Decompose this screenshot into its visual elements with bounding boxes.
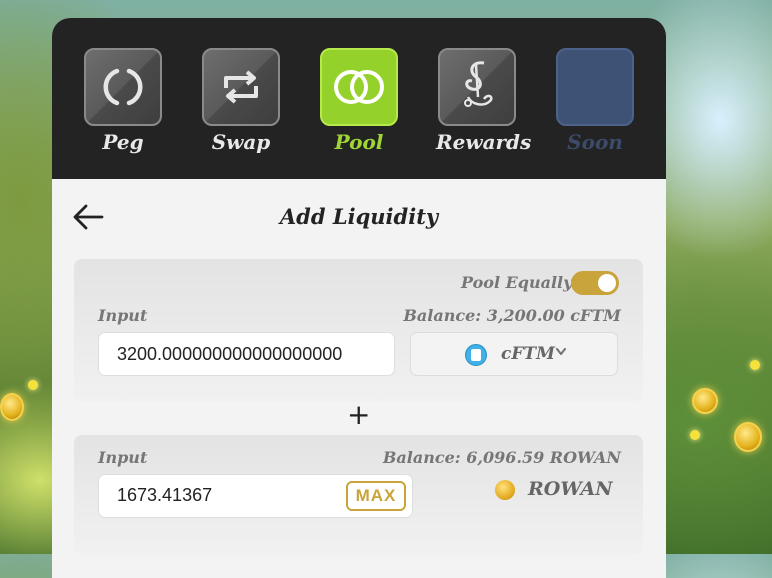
token-b-amount-value: 1673.41367 <box>117 485 213 505</box>
pool-tile[interactable] <box>320 48 398 126</box>
max-button[interactable]: MAX <box>346 481 406 511</box>
token-b-panel: Input Balance: 6,096.59 ROWAN 1673.41367… <box>74 435 643 555</box>
cftm-token-icon <box>465 344 487 366</box>
nav-item-peg[interactable]: Peg <box>82 48 164 154</box>
token-b-balance: Balance: 6,096.59 ROWAN <box>382 448 621 467</box>
flower-decoration <box>750 360 760 370</box>
nav-item-swap[interactable]: Swap <box>200 48 282 154</box>
pool-equally-toggle[interactable] <box>571 271 619 295</box>
token-a-symbol: cFTM <box>501 344 555 364</box>
nav-item-soon: Soon <box>554 48 636 154</box>
chevron-down-icon <box>555 347 567 356</box>
liquidity-card: Peg Swap Pool Rewards Soon Add Liquidity… <box>52 18 666 578</box>
top-navigation: Peg Swap Pool Rewards Soon <box>52 18 666 179</box>
flower-decoration <box>28 380 38 390</box>
token-a-balance: Balance: 3,200.00 cFTM <box>403 306 621 325</box>
gold-coin-decoration <box>734 422 762 452</box>
gold-coin-decoration <box>0 393 24 421</box>
rewards-icon <box>464 61 493 107</box>
nav-label-rewards: Rewards <box>436 130 532 154</box>
soon-tile <box>556 48 634 126</box>
pool-icon <box>334 70 384 104</box>
nav-label-pool: Pool <box>334 130 384 154</box>
flower-decoration <box>690 430 700 440</box>
nav-item-pool[interactable]: Pool <box>318 48 400 154</box>
peg-tile[interactable] <box>84 48 162 126</box>
pool-equally-label: Pool Equally <box>461 273 573 292</box>
rowan-token-icon <box>495 480 515 500</box>
gold-coin-decoration <box>692 388 718 414</box>
token-b-amount-input[interactable]: 1673.41367 MAX <box>98 474 413 518</box>
nav-label-soon: Soon <box>567 130 623 154</box>
nav-item-rewards[interactable]: Rewards <box>436 48 532 154</box>
token-a-select[interactable]: cFTM <box>410 332 618 376</box>
token-a-input-label: Input <box>98 306 148 325</box>
swap-icon <box>224 70 258 104</box>
plus-symbol: + <box>347 398 371 431</box>
token-b-symbol: ROWAN <box>528 478 613 500</box>
token-a-amount-input[interactable]: 3200.000000000000000000 <box>98 332 395 376</box>
token-b-input-label: Input <box>98 448 148 467</box>
page-header: Add Liquidity <box>52 179 666 257</box>
nav-label-peg: Peg <box>102 130 144 154</box>
token-a-panel: Pool Equally Input Balance: 3,200.00 cFT… <box>74 259 643 402</box>
peg-icon <box>103 68 143 106</box>
toggle-knob <box>598 274 616 292</box>
page-title: Add Liquidity <box>279 204 439 229</box>
swap-tile[interactable] <box>202 48 280 126</box>
nav-label-swap: Swap <box>211 130 271 154</box>
rewards-tile[interactable] <box>438 48 516 126</box>
